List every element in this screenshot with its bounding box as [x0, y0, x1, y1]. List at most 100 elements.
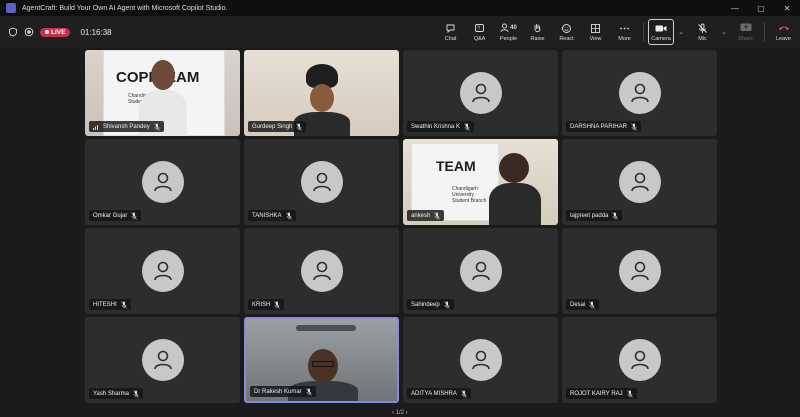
participant-tile[interactable]: KRISH	[244, 228, 399, 314]
participant-tile[interactable]: Desai	[562, 228, 717, 314]
participant-name: tajpreet padda	[570, 212, 609, 219]
participant-tile[interactable]: COPI TEAM Chandigarh University Student …	[85, 50, 240, 136]
recording-icon[interactable]	[24, 27, 34, 37]
participant-name: Shivansh Pandey	[103, 123, 150, 130]
participant-namebar: Swathin Krishna K	[407, 121, 475, 132]
participant-namebar: KRISH	[248, 299, 285, 310]
meeting-toolbar: LIVE 01:16:38 Chat ? Q&A 40 People Raise…	[0, 16, 800, 48]
participant-name: Desai	[570, 301, 586, 308]
participant-tile[interactable]: TANISHKA	[244, 139, 399, 225]
share-screen-icon	[740, 22, 752, 34]
participant-name: Omkar Gujar	[93, 212, 128, 219]
teams-app-icon	[6, 3, 16, 13]
toolbar-divider-2	[764, 22, 765, 42]
camera-options-chevron-icon[interactable]: ⌄	[674, 16, 688, 48]
participant-name: Gurdeep Singh	[252, 123, 293, 130]
chat-label: Chat	[444, 36, 457, 42]
participant-tile[interactable]: TEAM Chandigarh University Student Branc…	[403, 139, 558, 225]
people-label: People	[499, 36, 518, 42]
avatar-placeholder-icon	[300, 250, 343, 292]
camera-icon	[655, 22, 667, 34]
smiley-icon	[561, 22, 573, 34]
camera-button[interactable]: Camera	[648, 19, 674, 45]
participant-namebar: Yash Sharma	[89, 388, 143, 399]
live-badge: LIVE	[40, 27, 71, 37]
more-button[interactable]: More	[610, 16, 639, 48]
mic-muted-icon	[461, 389, 467, 398]
ceiling-fan-shape	[296, 325, 356, 331]
participant-namebar: Desai	[566, 299, 600, 310]
window-controls: — ▢ ✕	[722, 0, 800, 16]
more-label: More	[618, 36, 631, 42]
participant-tile[interactable]: HITESHI	[85, 228, 240, 314]
participant-tile[interactable]: Yash Sharma	[85, 317, 240, 403]
people-icon: 40	[499, 22, 519, 34]
participant-tile[interactable]: Gurdeep Singh	[244, 50, 399, 136]
live-label: LIVE	[51, 28, 66, 36]
participant-tile[interactable]: Swathin Krishna K	[403, 50, 558, 136]
mic-muted-icon	[589, 300, 596, 309]
mic-button[interactable]: Mic	[688, 16, 717, 48]
signal-icon	[93, 123, 99, 131]
participant-tile[interactable]: DARSHNA PARIHAR	[562, 50, 717, 136]
maximize-button[interactable]: ▢	[748, 0, 774, 16]
shield-icon[interactable]	[8, 27, 18, 37]
next-page-chevron-icon[interactable]: ›	[404, 410, 408, 416]
mic-muted-icon	[296, 122, 303, 131]
mic-muted-icon	[434, 211, 441, 220]
participant-tile[interactable]: ADITYA MISHRA	[403, 317, 558, 403]
avatar-placeholder-icon	[141, 339, 184, 381]
participant-namebar: ankesh	[407, 210, 445, 221]
participant-tile-speaking[interactable]: Dr Rakesh Kumar	[244, 317, 399, 403]
participant-tile[interactable]: Omkar Gujar	[85, 139, 240, 225]
view-button[interactable]: View	[581, 16, 610, 48]
participant-namebar: ADITYA MISHRA	[407, 388, 471, 399]
participant-name: DARSHNA PARIHAR	[570, 123, 627, 130]
participant-tile[interactable]: ROJOT KAIRY RAJ	[562, 317, 717, 403]
raise-label: Raise	[530, 36, 545, 42]
window-title: AgentCraft: Build Your Own AI Agent with…	[22, 4, 228, 12]
avatar-placeholder-icon	[618, 161, 661, 203]
react-button[interactable]: React	[552, 16, 581, 48]
participant-tile[interactable]: Sahindeep	[403, 228, 558, 314]
mic-muted-icon	[612, 211, 619, 220]
mic-muted-icon	[631, 122, 637, 131]
share-button[interactable]: Share	[731, 16, 760, 48]
mic-muted-icon	[274, 300, 281, 309]
view-label: View	[589, 36, 602, 42]
participant-video-person	[151, 60, 175, 90]
page-indicator[interactable]: ‹ 1/2 ›	[392, 410, 408, 416]
poster-heading: TEAM	[436, 158, 476, 174]
participant-grid: COPI TEAM Chandigarh University Student …	[0, 48, 800, 417]
raise-hand-button[interactable]: Raise	[523, 16, 552, 48]
chat-button[interactable]: Chat	[436, 16, 465, 48]
participant-name: Swathin Krishna K	[411, 123, 461, 130]
participant-namebar: HITESHI	[89, 299, 131, 310]
minimize-button[interactable]: —	[722, 0, 748, 16]
participant-namebar: DARSHNA PARIHAR	[566, 121, 641, 132]
toolbar-actions: Chat ? Q&A 40 People Raise React View Mo…	[436, 16, 798, 48]
leave-button[interactable]: Leave	[769, 16, 798, 48]
mic-muted-icon	[133, 389, 139, 398]
people-button[interactable]: 40 People	[494, 16, 523, 48]
avatar-placeholder-icon	[141, 250, 184, 292]
close-window-button[interactable]: ✕	[774, 0, 800, 16]
participant-video-person	[310, 84, 334, 112]
chat-icon	[445, 22, 457, 34]
participant-name: Sahindeep	[411, 301, 440, 308]
participant-namebar: ROJOT KAIRY RAJ	[566, 388, 637, 399]
meeting-timer: 01:16:38	[80, 27, 112, 37]
participant-name: HITESHI	[93, 301, 117, 308]
participant-name: KRISH	[252, 301, 271, 308]
qa-button[interactable]: ? Q&A	[465, 16, 494, 48]
mic-options-chevron-icon[interactable]: ⌄	[717, 16, 731, 48]
avatar-placeholder-icon	[618, 72, 661, 114]
hang-up-icon	[778, 22, 790, 34]
svg-text:?: ?	[477, 26, 480, 32]
grid-view-icon	[590, 22, 602, 34]
participant-namebar: TANISHKA	[248, 210, 296, 221]
more-dots-icon	[619, 22, 631, 34]
avatar-placeholder-icon	[459, 72, 502, 114]
mic-muted-icon	[131, 211, 138, 220]
participant-tile[interactable]: tajpreet padda	[562, 139, 717, 225]
